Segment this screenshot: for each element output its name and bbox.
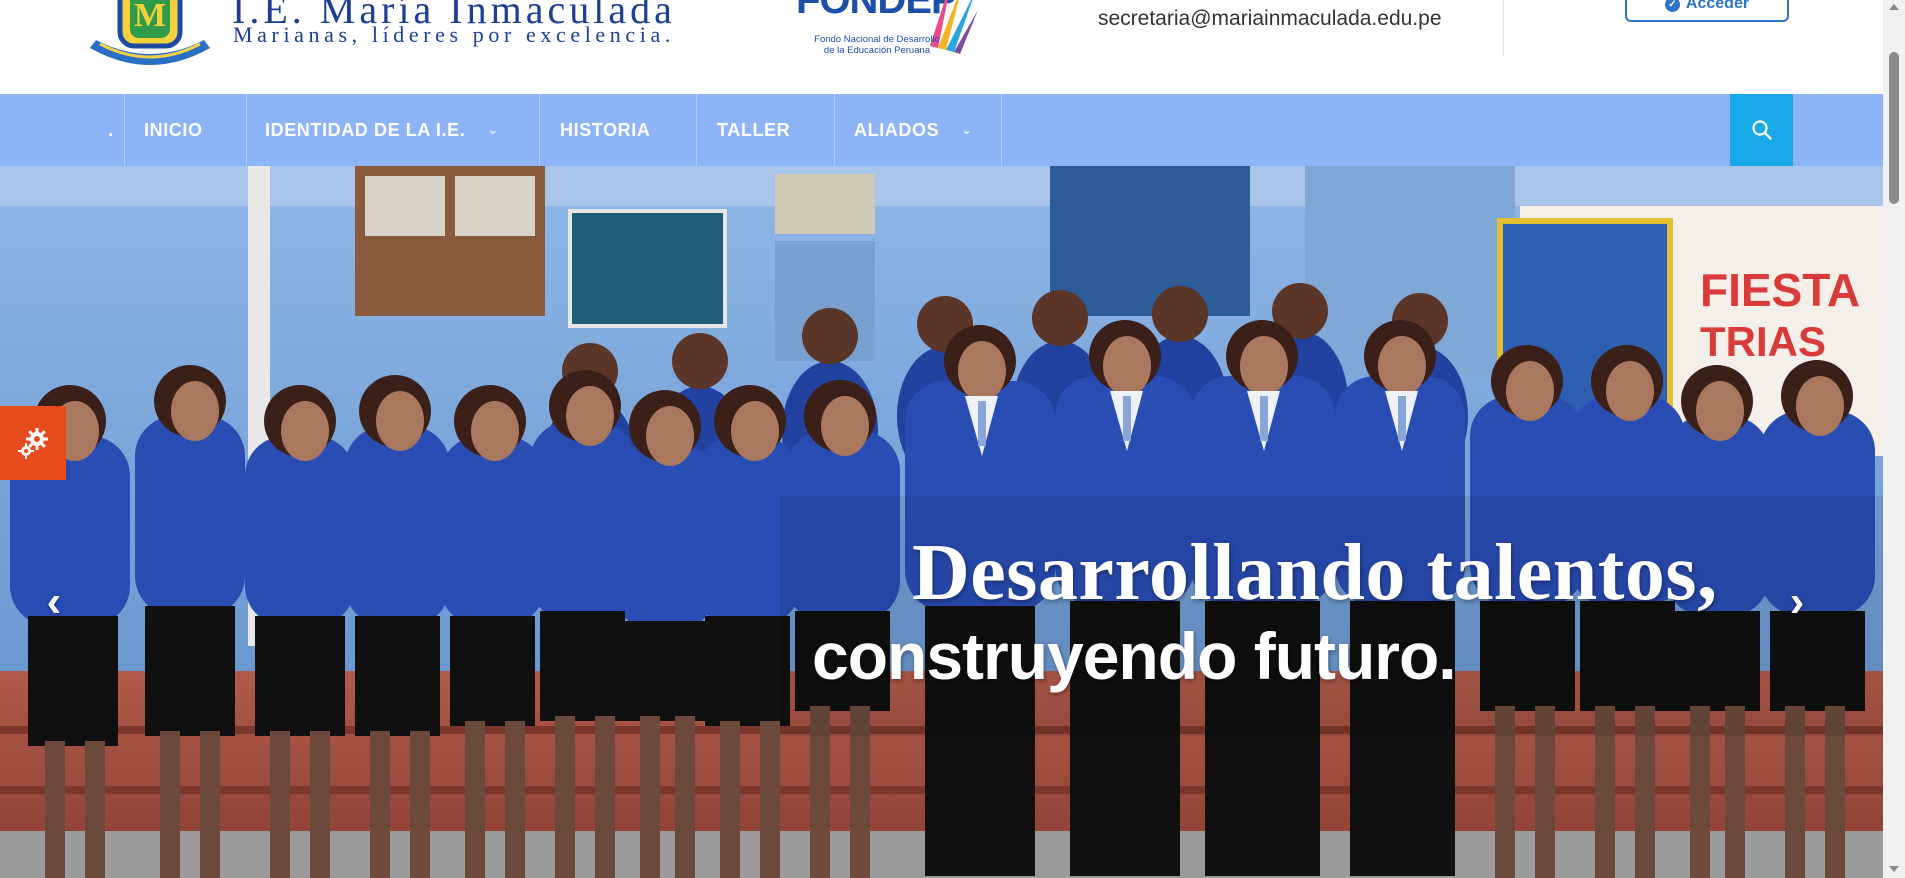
login-button[interactable]: ✓ Acceder (1625, 0, 1789, 22)
svg-text:FIESTA: FIESTA (1700, 264, 1860, 316)
school-tagline: Marianas, líderes por excelencia. (233, 22, 675, 47)
nav-item-label: HISTORIA (560, 119, 651, 140)
chevron-down-icon: ⌄ (487, 122, 499, 137)
nav-item-label: IDENTIDAD DE LA I.E. (265, 119, 466, 140)
main-navigation: . INICIO IDENTIDAD DE LA I.E. ⌄ HISTORIA… (0, 94, 1883, 166)
contact-email[interactable]: secretaria@mariainmaculada.edu.pe (1098, 7, 1442, 31)
hero-slider[interactable]: FIESTA TRIAS Desarrollando talentos, con… (0, 166, 1883, 878)
header-divider (1503, 0, 1504, 56)
slider-next-arrow[interactable]: › (1777, 577, 1817, 626)
svg-text:M: M (134, 0, 166, 34)
nav-item-dot[interactable]: . (98, 94, 125, 166)
settings-panel-toggle[interactable] (0, 406, 66, 480)
nav-item-label: TALLER (717, 119, 791, 140)
scroll-down-arrow-icon[interactable] (1889, 866, 1899, 872)
search-button[interactable] (1730, 94, 1793, 166)
lock-circle-icon: ✓ (1664, 0, 1680, 12)
nav-item-label: . (108, 119, 114, 140)
nav-item-inicio[interactable]: INICIO (125, 94, 247, 166)
nav-item-label: ALIADOS (854, 119, 940, 140)
site-header: M I.E. María Inmaculada Marianas, lídere… (0, 0, 1883, 94)
slide-photo: FIESTA TRIAS (0, 166, 1883, 878)
nav-item-historia[interactable]: HISTORIA (540, 94, 697, 166)
svg-text:TRIAS: TRIAS (1700, 318, 1826, 365)
slider-prev-arrow[interactable]: ‹ (34, 577, 74, 626)
school-crest-icon[interactable]: M (86, 0, 214, 76)
nav-item-identidad[interactable]: IDENTIDAD DE LA I.E. ⌄ (247, 94, 540, 166)
scrollbar-thumb[interactable] (1889, 52, 1899, 204)
slide-caption-line2: construyendo futuro. (812, 619, 1457, 693)
fondep-logo-subtitle: Fondo Nacional de Desarrollo de la Educa… (814, 34, 940, 56)
nav-item-taller[interactable]: TALLER (697, 94, 835, 166)
gear-icon (18, 428, 48, 459)
page-scrollbar[interactable] (1883, 0, 1905, 878)
chevron-down-icon: ⌄ (961, 122, 973, 137)
slide-caption-line1: Desarrollando talentos, (912, 529, 1718, 617)
nav-item-aliados[interactable]: ALIADOS ⌄ (835, 94, 1002, 166)
login-button-label: Acceder (1685, 0, 1750, 12)
search-icon (1751, 120, 1772, 140)
nav-item-label: INICIO (144, 119, 203, 140)
scroll-up-arrow-icon[interactable] (1889, 4, 1899, 10)
